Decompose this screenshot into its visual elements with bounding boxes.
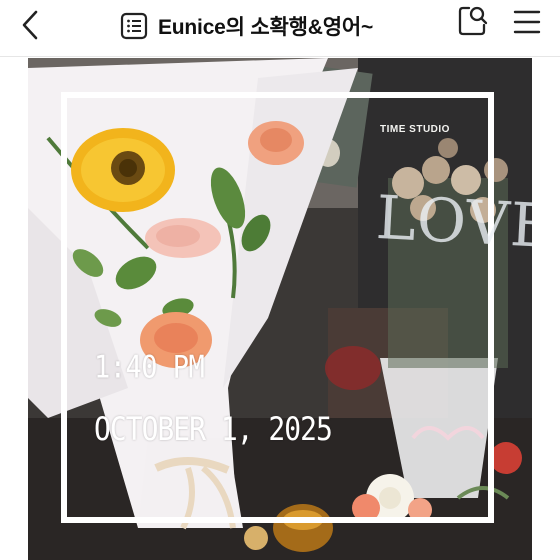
search-button[interactable] xyxy=(455,3,491,39)
top-nav-bar: Eunice의 소확행&영어~ xyxy=(0,0,560,57)
chevron-left-icon xyxy=(22,10,38,40)
blog-title-group[interactable]: Eunice의 소확행&영어~ xyxy=(120,8,373,44)
menu-button[interactable] xyxy=(510,5,544,39)
hamburger-menu-icon xyxy=(513,10,541,34)
list-icon xyxy=(120,12,148,40)
shop-logo-text: TIME STUDIO xyxy=(380,124,450,135)
post-photo[interactable]: TIME STUDIO LOVE. 1:40 PM OCTOBER 1, 202… xyxy=(28,58,532,560)
back-button[interactable] xyxy=(14,6,50,46)
blog-title: Eunice의 소확행&영어~ xyxy=(158,16,374,39)
search-icon xyxy=(458,6,488,36)
love-neon-sign: LOVE. xyxy=(374,183,532,264)
photo-date-stamp: OCTOBER 1, 2025 xyxy=(94,410,333,448)
photo-time-stamp: 1:40 PM xyxy=(94,350,205,386)
photo-frame-overlay xyxy=(61,92,494,523)
